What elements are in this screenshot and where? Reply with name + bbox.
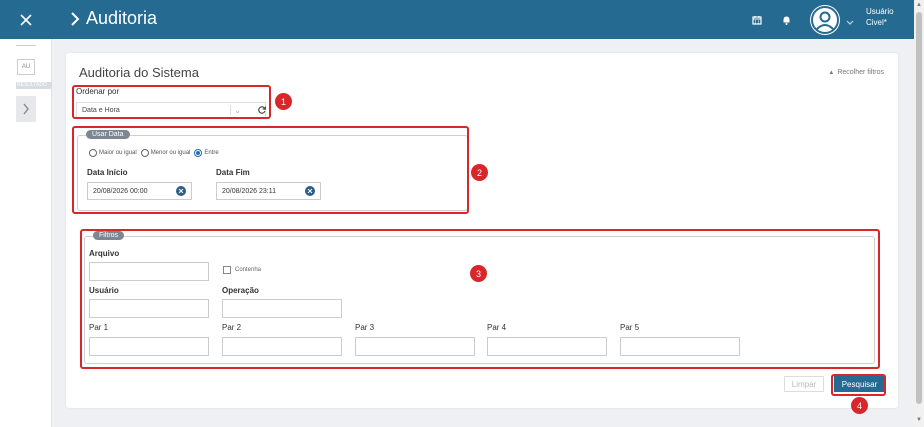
start-date-input[interactable]: 20/08/2026 00:00 — [87, 182, 192, 200]
chevron-down-icon: ⌄ — [234, 106, 241, 115]
radio-menor-ou-igual[interactable]: Menor ou igual — [140, 149, 191, 157]
refresh-button[interactable] — [256, 103, 268, 117]
start-date-label: Data Início — [87, 168, 128, 177]
scroll-down-icon[interactable]: ▼ — [916, 417, 922, 423]
radio-icon — [89, 149, 97, 157]
arquivo-input[interactable] — [89, 262, 209, 281]
order-by-select[interactable]: Data e Hora ⌄ — [76, 102, 266, 118]
page-title: Auditoria do Sistema — [79, 65, 199, 80]
radio-selected-icon — [194, 149, 203, 157]
chevron-right-icon — [23, 103, 29, 115]
collapse-filters-label: Recolher filtros — [837, 69, 884, 76]
select-separator — [230, 105, 231, 115]
annotation-badge-1: 1 — [275, 93, 292, 110]
calendar-icon — [752, 15, 762, 25]
sidebar-tag: RESULTADO — [16, 82, 52, 89]
radio-label: Maior ou igual — [99, 150, 137, 156]
arquivo-label: Arquivo — [89, 249, 120, 258]
order-by-value: Data e Hora — [82, 106, 120, 114]
contenha-checkbox[interactable]: Contenha — [223, 266, 261, 274]
left-sidebar: AU RESULTADO — [0, 39, 52, 427]
page-scrollbar[interactable]: ▲ ▼ — [914, 0, 924, 427]
radio-icon — [140, 149, 149, 157]
notifications-button[interactable] — [782, 0, 791, 39]
close-icon — [178, 188, 184, 194]
close-icon — [20, 13, 32, 26]
par4-label: Par 4 — [487, 323, 507, 332]
chevron-down-icon[interactable] — [846, 13, 854, 31]
search-button[interactable]: Pesquisar — [834, 376, 885, 392]
refresh-icon — [258, 106, 267, 114]
annotation-badge-2: 2 — [471, 164, 488, 181]
par1-input[interactable] — [89, 337, 209, 356]
scroll-up-icon[interactable]: ▲ — [916, 2, 922, 8]
user-info[interactable]: Usuário Civel* — [866, 6, 894, 28]
order-by-label: Ordenar por — [76, 87, 120, 96]
clear-button[interactable]: Limpar — [784, 376, 824, 392]
annotation-badge-3: 3 — [470, 265, 487, 282]
par2-label: Par 2 — [222, 323, 242, 332]
date-mode-radio-group: Maior ou igual Menor ou igual Entre — [89, 149, 223, 157]
collapse-filters-link[interactable]: ▲ Recolher filtros — [828, 69, 884, 76]
operacao-label: Operação — [222, 286, 259, 295]
clear-end-date-button[interactable] — [305, 186, 315, 196]
header-title-text: Auditoria — [86, 8, 158, 28]
calendar-button[interactable] — [752, 0, 762, 39]
par4-input[interactable] — [487, 337, 607, 356]
radio-label: Menor ou igual — [150, 150, 191, 156]
audit-card: Auditoria do Sistema ▲ Recolher filtros … — [66, 53, 898, 408]
par2-input[interactable] — [222, 337, 342, 356]
par1-label: Par 1 — [89, 323, 109, 332]
triangle-up-icon: ▲ — [828, 69, 835, 76]
user-role: Civel* — [866, 18, 887, 27]
clear-start-date-button[interactable] — [176, 186, 186, 196]
radio-entre[interactable]: Entre — [194, 149, 219, 157]
checkbox-icon — [223, 266, 231, 274]
end-date-input[interactable]: 20/08/2026 23:11 — [216, 182, 321, 200]
user-name: Usuário — [866, 7, 894, 16]
annotation-badge-4: 4 — [851, 397, 868, 414]
date-group-legend: Usar Data — [86, 130, 130, 139]
radio-maior-ou-igual[interactable]: Maior ou igual — [89, 149, 137, 157]
bell-icon — [783, 16, 790, 25]
sidebar-expand-button[interactable] — [16, 96, 36, 122]
page-header-title: Auditoria — [70, 8, 157, 29]
par3-label: Par 3 — [355, 323, 375, 332]
par5-label: Par 5 — [620, 323, 640, 332]
close-button[interactable] — [0, 0, 52, 39]
contenha-label: Contenha — [235, 267, 262, 273]
sidebar-item-au[interactable]: AU — [17, 59, 35, 75]
scroll-thumb[interactable] — [916, 12, 922, 404]
usuario-label: Usuário — [89, 286, 119, 295]
start-date-value: 20/08/2026 00:00 — [93, 187, 148, 195]
radio-label: Entre — [204, 150, 219, 156]
usuario-input[interactable] — [89, 299, 209, 318]
operacao-input[interactable] — [222, 299, 342, 318]
top-bar: Auditoria Usuário Civel* — [0, 0, 924, 39]
par3-input[interactable] — [355, 337, 475, 356]
filters-group-legend: Filtros — [93, 231, 125, 240]
end-date-value: 20/08/2026 23:11 — [222, 187, 276, 195]
sidebar-divider — [16, 45, 36, 46]
chevron-right-icon — [70, 11, 80, 26]
end-date-label: Data Fim — [216, 168, 250, 177]
user-avatar-icon[interactable] — [810, 5, 840, 35]
close-icon — [307, 188, 313, 194]
par5-input[interactable] — [620, 337, 740, 356]
